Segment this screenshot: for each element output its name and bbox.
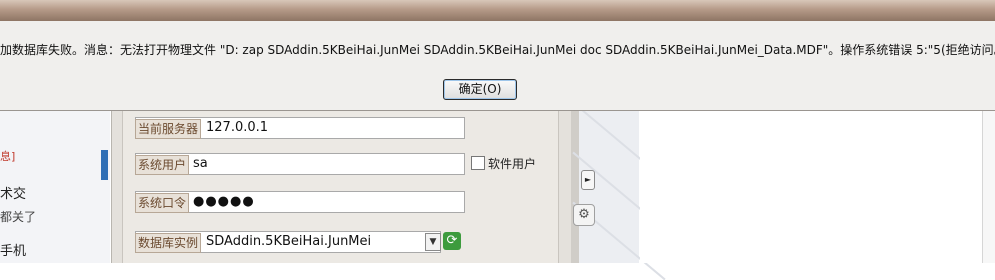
background-text-fragment: 术交 — [0, 187, 27, 202]
server-label: 当前服务器 — [135, 119, 202, 139]
chevron-right-icon[interactable]: ► — [581, 170, 595, 190]
background-text-fragment: 手机 — [0, 244, 27, 259]
chevron-down-icon[interactable]: ▼ — [425, 233, 441, 251]
user-label: 系统用户 — [135, 155, 190, 175]
left-accent-strip — [101, 150, 108, 180]
database-label: 数据库实例 — [135, 233, 202, 253]
window-edge — [982, 110, 995, 263]
dialog-titlebar[interactable] — [0, 0, 995, 21]
panel-separator — [571, 110, 579, 263]
background-text-fragment: 都关了 — [0, 210, 37, 224]
refresh-icon[interactable]: ⟳ — [443, 232, 461, 250]
content-area — [640, 110, 995, 263]
password-label: 系统口令 — [135, 193, 190, 213]
ok-button[interactable]: 确定(O) — [443, 79, 517, 100]
dialog-message: 加数据库失败。消息：无法打开物理文件 "D: zap SDAddin.5KBei… — [0, 43, 995, 57]
soft-user-label: 软件用户 — [488, 157, 537, 171]
gear-icon[interactable]: ⚙ — [573, 204, 595, 226]
error-dialog: 加数据库失败。消息：无法打开物理文件 "D: zap SDAddin.5KBei… — [0, 0, 995, 111]
background-text-fragment: 息] — [0, 150, 16, 163]
soft-user-checkbox[interactable] — [471, 156, 485, 170]
